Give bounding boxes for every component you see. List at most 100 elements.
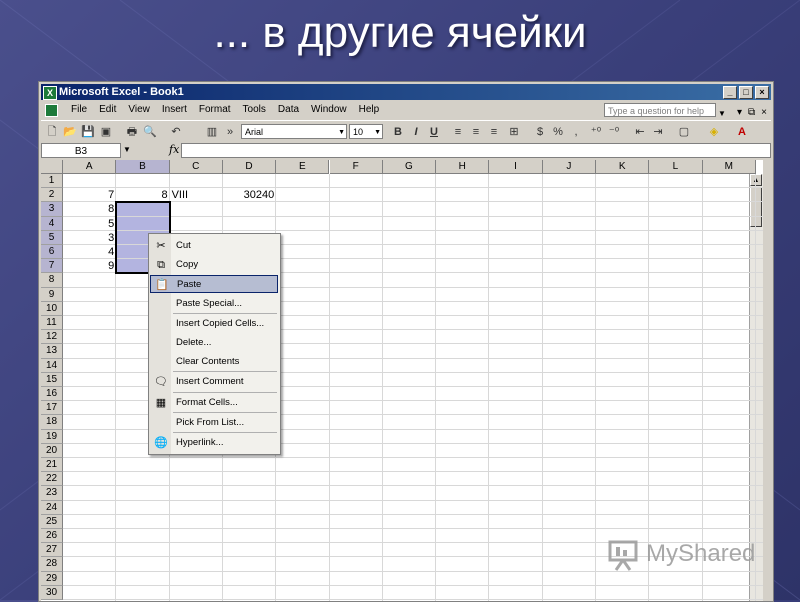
percent-button[interactable]: % xyxy=(551,125,565,139)
menu-view[interactable]: View xyxy=(122,101,156,119)
column-header-a[interactable]: A xyxy=(63,160,117,174)
column-header-k[interactable]: K xyxy=(596,160,650,174)
more-buttons-icon[interactable]: » xyxy=(223,125,237,139)
cell-d2[interactable]: 30240 xyxy=(225,188,275,202)
cell-a2[interactable]: 7 xyxy=(65,188,114,202)
name-box[interactable]: B3 xyxy=(41,143,121,158)
row-header-30[interactable]: 30 xyxy=(41,585,63,600)
font-color-icon[interactable]: A xyxy=(735,125,749,139)
menu-file[interactable]: File xyxy=(65,101,93,119)
row-header-13[interactable]: 13 xyxy=(41,344,63,359)
context-menu-insert-copied-cells[interactable]: Insert Copied Cells... xyxy=(150,315,278,333)
column-header-i[interactable]: I xyxy=(489,160,543,174)
menu-edit[interactable]: Edit xyxy=(93,101,122,119)
row-header-25[interactable]: 25 xyxy=(41,514,63,529)
row-header-2[interactable]: 2 xyxy=(41,188,63,203)
increase-indent-icon[interactable]: ⇥ xyxy=(651,125,665,139)
context-menu-hyperlink[interactable]: 🌐 Hyperlink... xyxy=(150,434,278,452)
excel-app-icon[interactable]: X xyxy=(43,86,57,100)
row-header-7[interactable]: 7 xyxy=(41,259,63,274)
row-header-12[interactable]: 12 xyxy=(41,330,63,345)
print-icon[interactable]: 🖶 xyxy=(125,125,139,139)
context-menu-copy[interactable]: ⧉ Copy xyxy=(150,256,278,274)
row-header-26[interactable]: 26 xyxy=(41,529,63,544)
chevron-down-icon[interactable]: ▼ xyxy=(338,125,345,140)
increase-decimal-icon[interactable]: ⁺⁰ xyxy=(589,125,603,139)
font-name-select[interactable]: Arial ▼ xyxy=(241,124,347,139)
menu-tools[interactable]: Tools xyxy=(237,101,272,119)
context-menu-format-cells[interactable]: ▦ Format Cells... xyxy=(150,394,278,412)
comma-button[interactable]: , xyxy=(569,125,583,139)
context-menu-pick-from-list[interactable]: Pick From List... xyxy=(150,414,278,432)
row-header-17[interactable]: 17 xyxy=(41,401,63,416)
menu-format[interactable]: Format xyxy=(193,101,237,119)
cell-a7[interactable]: 9 xyxy=(65,259,114,273)
menu-help[interactable]: Help xyxy=(353,101,386,119)
help-search-input[interactable]: Type a question for help xyxy=(604,103,716,117)
cell-a6[interactable]: 4 xyxy=(65,245,114,259)
open-folder-icon[interactable]: 📂 xyxy=(63,125,77,139)
workbook-icon[interactable] xyxy=(45,104,58,117)
print-preview-icon[interactable]: 🔍 xyxy=(143,125,157,139)
row-header-28[interactable]: 28 xyxy=(41,557,63,572)
column-header-e[interactable]: E xyxy=(276,160,330,174)
cell-b2[interactable]: 8 xyxy=(118,188,167,202)
context-menu-insert-comment[interactable]: 🗨 Insert Comment xyxy=(150,373,278,391)
row-header-4[interactable]: 4 xyxy=(41,216,63,231)
row-header-18[interactable]: 18 xyxy=(41,415,63,430)
merge-center-icon[interactable]: ⊞ xyxy=(507,125,521,139)
chart-wizard-icon[interactable]: ▥ xyxy=(205,125,219,139)
row-header-1[interactable]: 1 xyxy=(41,174,63,189)
cell-a4[interactable]: 5 xyxy=(65,217,114,231)
select-all-corner[interactable] xyxy=(41,160,63,174)
save-icon[interactable]: 💾 xyxy=(81,125,95,139)
maximize-button[interactable]: □ xyxy=(739,86,753,99)
font-size-select[interactable]: 10 ▼ xyxy=(349,124,383,139)
context-menu-paste-special[interactable]: Paste Special... xyxy=(150,295,278,313)
row-header-29[interactable]: 29 xyxy=(41,571,63,586)
vertical-scrollbar[interactable]: ▲ xyxy=(749,174,763,601)
menu-insert[interactable]: Insert xyxy=(156,101,193,119)
cell-a5[interactable]: 3 xyxy=(65,231,114,245)
minimize-button[interactable]: _ xyxy=(723,86,737,99)
row-header-16[interactable]: 16 xyxy=(41,387,63,402)
insert-function-icon[interactable]: fx xyxy=(169,143,179,156)
borders-icon[interactable]: ▢ xyxy=(677,125,691,139)
row-header-3[interactable]: 3 xyxy=(41,202,63,217)
row-header-20[interactable]: 20 xyxy=(41,443,63,458)
window-titlebar[interactable]: X Microsoft Excel - Book1 _ □ × xyxy=(41,84,771,100)
undo-icon[interactable]: ↶ xyxy=(169,125,183,139)
new-document-icon[interactable]: 🗋 xyxy=(45,125,59,139)
align-center-icon[interactable]: ≡ xyxy=(469,125,483,139)
row-header-19[interactable]: 19 xyxy=(41,429,63,444)
scroll-up-icon[interactable]: ▲ xyxy=(750,174,762,186)
chevron-down-icon[interactable]: ▼ xyxy=(123,145,131,154)
column-header-f[interactable]: F xyxy=(329,160,383,174)
row-header-11[interactable]: 11 xyxy=(41,316,63,331)
row-header-5[interactable]: 5 xyxy=(41,230,63,245)
row-header-24[interactable]: 24 xyxy=(41,500,63,515)
menu-data[interactable]: Data xyxy=(272,101,305,119)
column-header-b[interactable]: B xyxy=(116,160,170,174)
context-menu-delete[interactable]: Delete... xyxy=(150,334,278,352)
align-left-icon[interactable]: ≡ xyxy=(451,125,465,139)
decrease-decimal-icon[interactable]: ⁻⁰ xyxy=(607,125,621,139)
row-header-27[interactable]: 27 xyxy=(41,543,63,558)
decrease-indent-icon[interactable]: ⇤ xyxy=(633,125,647,139)
fill-color-icon[interactable]: ◈ xyxy=(707,125,721,139)
row-header-8[interactable]: 8 xyxy=(41,273,63,288)
column-header-h[interactable]: H xyxy=(436,160,490,174)
cell-a3[interactable]: 8 xyxy=(65,202,114,216)
column-header-c[interactable]: C xyxy=(169,160,223,174)
cell-c2[interactable]: VIII xyxy=(172,188,221,202)
permission-icon[interactable]: ▣ xyxy=(99,125,113,139)
column-header-j[interactable]: J xyxy=(542,160,596,174)
formula-input[interactable] xyxy=(181,143,771,158)
column-header-m[interactable]: M xyxy=(702,160,756,174)
context-menu-paste[interactable]: 📋 Paste xyxy=(150,275,278,294)
row-header-23[interactable]: 23 xyxy=(41,486,63,501)
row-header-9[interactable]: 9 xyxy=(41,287,63,302)
column-header-g[interactable]: G xyxy=(382,160,437,174)
row-header-22[interactable]: 22 xyxy=(41,472,63,487)
bold-button[interactable]: B xyxy=(391,125,405,139)
